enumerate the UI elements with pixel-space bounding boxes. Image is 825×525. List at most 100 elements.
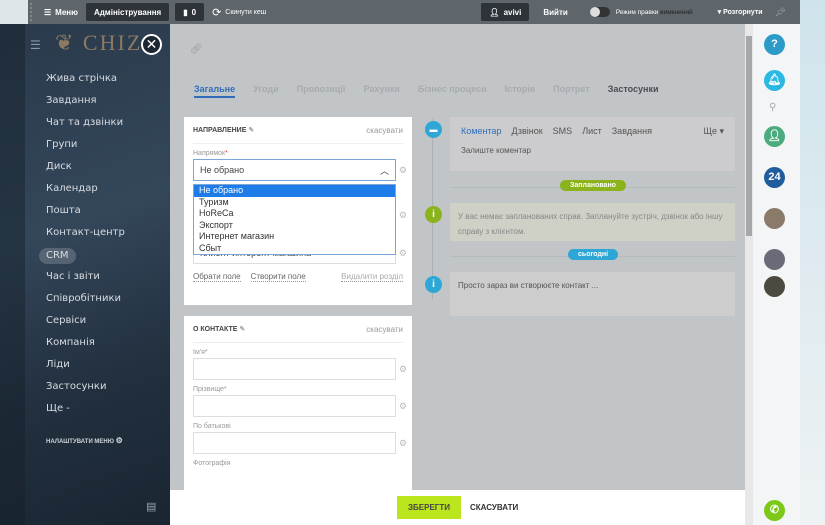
dropdown-option[interactable]: Туризм xyxy=(194,197,395,209)
avatar[interactable] xyxy=(764,249,785,270)
bell-icon[interactable]: 🔔︎ xyxy=(764,70,785,91)
tab-bizproc[interactable]: Бізнес процеси xyxy=(418,84,487,98)
dropdown-option[interactable]: Экспорт xyxy=(194,220,395,232)
comment-icon: ▬ xyxy=(425,121,442,138)
edit-icon[interactable]: ✎ xyxy=(248,127,254,134)
scrollbar[interactable] xyxy=(745,24,753,525)
admin-button[interactable]: Адміністрування xyxy=(85,3,170,21)
phone-icon[interactable]: ✆ xyxy=(764,500,785,521)
dropdown-option[interactable]: Сбыт xyxy=(194,243,395,255)
expand-button[interactable]: ▾ Розгорнути xyxy=(718,8,763,16)
tab-call[interactable]: Дзвінок xyxy=(511,126,542,137)
save-button[interactable]: ЗБЕРЕГТИ xyxy=(397,496,461,519)
notifications-button[interactable]: ▮ 0 xyxy=(175,3,205,21)
gear-icon[interactable]: ⚙ xyxy=(399,364,407,375)
sidebar-item[interactable]: Завдання xyxy=(46,94,125,116)
scrollbar-thumb[interactable] xyxy=(746,36,752,236)
sidebar-item[interactable]: Ліди xyxy=(46,358,125,380)
edit-icon[interactable]: ✎ xyxy=(239,326,245,333)
delete-section-link[interactable]: Видалити розділ xyxy=(341,272,403,282)
last-name-input[interactable] xyxy=(193,395,396,417)
menu-label: Меню xyxy=(55,7,78,17)
tabs: Загальне Угоди Пропозиції Рахунки Бізнес… xyxy=(194,84,659,98)
contacts-icon[interactable]: 👤︎ xyxy=(764,126,785,147)
search-icon[interactable]: ⚲ xyxy=(769,102,776,113)
background xyxy=(800,0,825,525)
printer-icon[interactable]: ▤ xyxy=(146,500,156,513)
sidebar-item[interactable]: Співробітники xyxy=(46,292,125,314)
sidebar-item[interactable]: Компанія xyxy=(46,336,125,358)
sidebar-item[interactable]: Чат та дзвінки xyxy=(46,116,125,138)
sidebar-item[interactable]: Календар xyxy=(46,182,125,204)
sidebar-item[interactable]: Контакт-центр xyxy=(46,226,125,248)
sidebar-item[interactable]: Сервіси xyxy=(46,314,125,336)
sidebar-item[interactable]: Диск xyxy=(46,160,125,182)
user-name: avivi xyxy=(503,7,522,17)
select-field-link[interactable]: Обрати поле xyxy=(193,272,241,282)
right-panel: ? 🔔︎ ⚲ 👤︎ 24 ✆ xyxy=(753,24,800,525)
tab-email[interactable]: Лист xyxy=(582,126,602,137)
refresh-icon: ⟳ xyxy=(212,6,222,19)
tab-portrait[interactable]: Портрет xyxy=(553,84,590,98)
cancel-button[interactable]: СКАСУВАТИ xyxy=(470,503,518,512)
gear-icon[interactable]: ⚙ xyxy=(399,165,407,176)
middle-name-input[interactable] xyxy=(193,432,396,454)
dropdown-option[interactable]: HoReCa xyxy=(194,208,395,220)
sidebar-nav: Жива стрічка Завдання Чат та дзвінки Гру… xyxy=(39,72,125,424)
middle-name-label: По батькові xyxy=(193,423,231,430)
create-field-link[interactable]: Створити поле xyxy=(250,272,306,282)
menu-settings-label: НАЛАШТУВАТИ МЕНЮ xyxy=(46,439,114,445)
help-button[interactable]: ? xyxy=(764,34,785,55)
comment-input[interactable]: Залиште коментар xyxy=(450,146,735,155)
tab-sms[interactable]: SMS xyxy=(553,126,573,137)
menu-settings[interactable]: НАЛАШТУВАТИ МЕНЮ ⚙ xyxy=(46,436,123,445)
tab-apps[interactable]: Застосунки xyxy=(608,84,659,98)
cancel-link[interactable]: скасувати xyxy=(366,126,403,135)
gear-icon[interactable]: ⚙ xyxy=(399,401,407,412)
tab-quotes[interactable]: Пропозиції xyxy=(297,84,346,98)
logout-button[interactable]: Вийти xyxy=(535,3,575,21)
gear-icon[interactable]: ⚙ xyxy=(399,438,407,449)
user-button[interactable]: 👤︎ avivi xyxy=(481,3,530,21)
dropdown-option[interactable]: Интернет магазин xyxy=(194,231,395,243)
tab-general[interactable]: Загальне xyxy=(194,84,236,98)
gear-icon[interactable]: ⚙ xyxy=(399,248,407,259)
tab-task[interactable]: Завдання xyxy=(612,126,652,137)
sidebar-item[interactable]: Час і звіти xyxy=(46,270,125,292)
tab-more[interactable]: Ще ▾ xyxy=(704,126,724,137)
reset-cache-button[interactable]: ⟳ Скинути кеш xyxy=(204,3,274,21)
tab-invoices[interactable]: Рахунки xyxy=(363,84,399,98)
cancel-link[interactable]: скасувати xyxy=(366,325,403,334)
edit-mode-toggle[interactable] xyxy=(589,7,610,17)
first-name-input[interactable] xyxy=(193,358,396,380)
sidebar-item[interactable]: Пошта xyxy=(46,204,125,226)
sidebar-item[interactable]: Жива стрічка xyxy=(46,72,125,94)
sidebar-item-crm[interactable]: CRM xyxy=(39,248,125,270)
link-icon[interactable]: 🔗︎ xyxy=(190,44,203,55)
menu-icon[interactable]: ☰ xyxy=(30,38,41,52)
sidebar-item[interactable]: Застосунки xyxy=(46,380,125,402)
direction-select[interactable]: Не обрано ︿ xyxy=(193,159,396,181)
sidebar-item[interactable]: Ще - xyxy=(46,402,125,424)
tab-history[interactable]: Історія xyxy=(505,84,536,98)
sidebar-item-label: CRM xyxy=(39,248,76,264)
first-name-label: Ім'я* xyxy=(193,349,208,356)
tab-comment[interactable]: Коментар xyxy=(461,126,501,137)
tab-deals[interactable]: Угоди xyxy=(253,84,279,98)
field-label: Напрямок xyxy=(193,150,226,157)
dropdown-option[interactable]: Не обрано xyxy=(194,185,395,197)
gear-icon[interactable]: ⚙ xyxy=(399,210,407,221)
avatar[interactable] xyxy=(764,276,785,297)
today-message: Просто зараз ви створюєте контакт ... xyxy=(450,272,735,316)
section-title-text: НАПРАВЛЕНИЕ xyxy=(193,127,247,134)
top-bar: ☰ Меню Адміністрування ▮ 0 ⟳ Скинути кеш 👤︎… xyxy=(28,0,800,24)
info-icon: i xyxy=(425,206,442,223)
edit-mode-state: вимкнений xyxy=(660,8,693,16)
close-button[interactable]: ✕ xyxy=(141,34,162,55)
bitrix24-button[interactable]: 24 xyxy=(764,167,785,188)
section-title: О КОНТАКТЕ xyxy=(193,326,238,333)
menu-button[interactable]: ☰ Меню xyxy=(36,3,86,21)
sidebar-item[interactable]: Групи xyxy=(46,138,125,160)
pin-icon[interactable]: 📌︎ xyxy=(775,7,786,18)
avatar[interactable] xyxy=(764,208,785,229)
